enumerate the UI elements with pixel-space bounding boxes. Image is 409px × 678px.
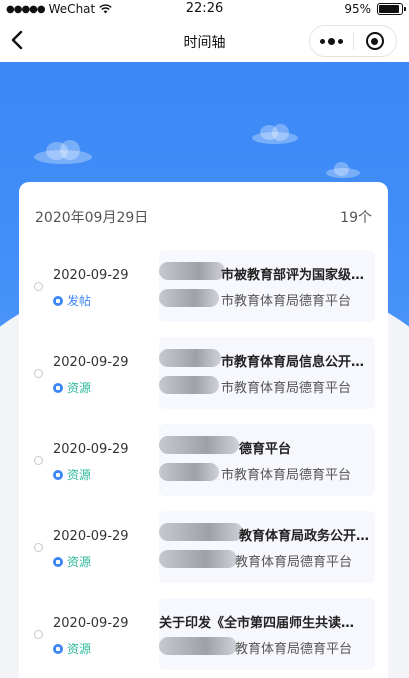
close-miniprogram-icon[interactable]: [354, 26, 396, 56]
timeline-date: 2020年09月29日: [35, 210, 149, 226]
tag-label: 资源: [67, 381, 92, 395]
timeline-item[interactable]: 2020-09-29 资源 关于印发《全市第四届师生共读… 教育体育局德育平台: [33, 598, 375, 670]
tag-label: 资源: [67, 468, 92, 482]
item-source: 教育体育局德育平台: [235, 555, 353, 570]
item-date: 2020-09-29: [53, 529, 129, 544]
timeline-dot: [34, 630, 43, 639]
timeline-dot: [34, 282, 43, 291]
tag-label: 发帖: [67, 294, 92, 308]
item-title: 教育体育局政务公开…: [239, 529, 370, 544]
item-title: 关于印发《全市第四届师生共读…: [159, 616, 355, 631]
timeline-header: 2020年09月29日 19个: [35, 207, 372, 227]
item-tag: 资源: [53, 379, 91, 396]
item-date: 2020-09-29: [53, 355, 129, 370]
item-tag: 资源: [53, 553, 91, 570]
battery-icon: [377, 3, 406, 15]
timeline-item[interactable]: 2020-09-29 资源 德育平台 市教育体育局德育平台: [33, 424, 375, 496]
timeline-item[interactable]: 2020-09-29 资源 教育体育局政务公开… 教育体育局德育平台: [33, 511, 375, 583]
tag-icon: [53, 469, 63, 480]
item-date: 2020-09-29: [53, 616, 129, 631]
item-content[interactable]: 市被教育部评为国家级… 市教育体育局德育平台: [159, 250, 375, 322]
timeline-dot: [34, 543, 43, 552]
status-bar: ●●●●● WeChat 22:26 95%: [0, 0, 409, 20]
battery-percent: 95%: [344, 2, 371, 16]
tag-label: 资源: [67, 555, 92, 569]
item-source: 教育体育局德育平台: [235, 642, 353, 657]
item-source: 市教育体育局德育平台: [221, 381, 352, 396]
cloud-decoration: [252, 124, 300, 144]
item-source: 市教育体育局德育平台: [221, 294, 352, 309]
nav-bar: 时间轴: [0, 20, 409, 62]
timeline-dot: [34, 369, 43, 378]
item-tag: 资源: [53, 466, 91, 483]
cloud-decoration: [34, 140, 94, 164]
item-content[interactable]: 德育平台 市教育体育局德育平台: [159, 424, 375, 496]
item-date: 2020-09-29: [53, 442, 129, 457]
tag-icon: [53, 295, 63, 306]
timeline-item[interactable]: 2020-09-29 发帖 市被教育部评为国家级… 市教育体育局德育平台: [33, 250, 375, 322]
tag-icon: [53, 643, 63, 654]
tag-icon: [53, 382, 63, 393]
tag-label: 资源: [67, 642, 92, 656]
item-tag: 发帖: [53, 292, 91, 309]
item-count: 19个: [340, 210, 372, 226]
item-title: 市被教育部评为国家级…: [221, 268, 365, 283]
item-tag: 资源: [53, 640, 91, 657]
timeline-item[interactable]: 2020-09-29 资源 市教育体育局信息公开… 市教育体育局德育平台: [33, 337, 375, 409]
cloud-decoration: [326, 162, 360, 178]
timeline-card: 2020年09月29日 19个 2020-09-29 发帖 市被教育部评为国家级…: [19, 182, 388, 678]
miniprogram-capsule: [309, 25, 397, 57]
item-content[interactable]: 市教育体育局信息公开… 市教育体育局德育平台: [159, 337, 375, 409]
timeline-dot: [34, 456, 43, 465]
item-title: 市教育体育局信息公开…: [221, 355, 365, 370]
item-title: 德育平台: [239, 442, 292, 457]
more-icon[interactable]: [310, 26, 353, 56]
item-date: 2020-09-29: [53, 268, 129, 283]
item-content[interactable]: 教育体育局政务公开… 教育体育局德育平台: [159, 511, 375, 583]
tag-icon: [53, 556, 63, 567]
item-content[interactable]: 关于印发《全市第四届师生共读… 教育体育局德育平台: [159, 598, 375, 670]
item-source: 市教育体育局德育平台: [221, 468, 352, 483]
